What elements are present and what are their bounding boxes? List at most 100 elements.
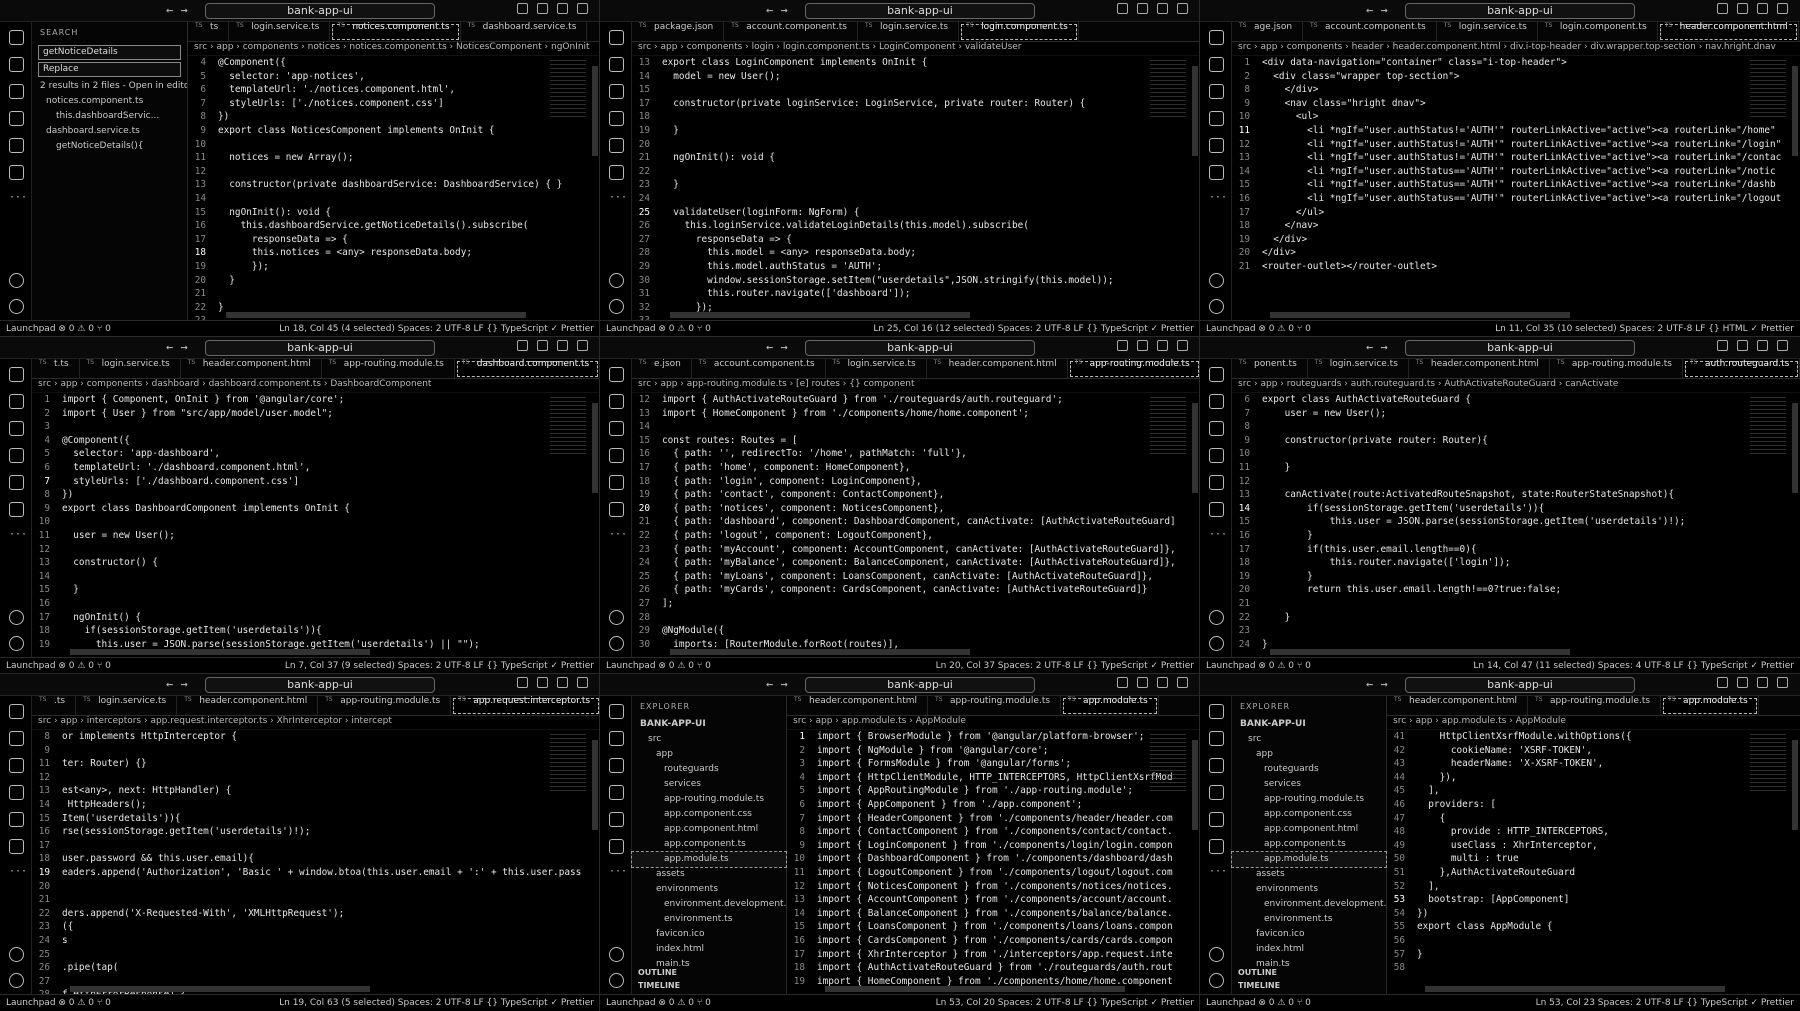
code-editor[interactable]: 1 import { Component, OnInit } from '@ang… [32, 393, 600, 657]
layout-controls[interactable] [1117, 3, 1188, 14]
search-icon[interactable] [9, 731, 24, 746]
file-tree-item[interactable]: index.html [1232, 942, 1386, 957]
minimap[interactable] [1150, 60, 1186, 120]
editor-tab[interactable]: age.json [1232, 22, 1304, 41]
sidebar-section-header[interactable]: TIMELINE [638, 978, 680, 993]
gear-icon[interactable] [9, 973, 24, 988]
file-tree-item[interactable]: assets [1232, 867, 1386, 882]
horizontal-scrollbar[interactable] [1270, 312, 1570, 318]
minimap[interactable] [1750, 397, 1786, 457]
editor-tab[interactable]: app.module.ts [1661, 696, 1759, 715]
source-control-icon[interactable] [9, 84, 24, 99]
vertical-scrollbar[interactable] [1192, 403, 1198, 493]
search-icon[interactable] [9, 394, 24, 409]
file-tree-item[interactable]: services [1232, 777, 1386, 792]
editor-tab[interactable]: login.service.ts [1437, 22, 1538, 41]
file-tree-item[interactable]: app.component.html [1232, 822, 1386, 837]
status-right[interactable]: Ln 19, Col 63 (5 selected) Spaces: 2 UTF… [279, 995, 594, 1011]
customize-layout-icon[interactable] [1777, 677, 1788, 688]
code-editor[interactable]: 41 HttpClientXsrfModule.withOptions({42 … [1387, 730, 1800, 994]
search-result-item[interactable]: notices.component.ts [32, 94, 187, 109]
explorer-root[interactable]: BANK-APP-UI [632, 717, 786, 732]
toggle-secondary-sidebar-icon[interactable] [1157, 340, 1168, 351]
horizontal-scrollbar[interactable] [825, 986, 1125, 992]
file-tree-item[interactable]: routeguards [632, 762, 786, 777]
file-tree-item[interactable]: index.html [632, 942, 786, 957]
minimap[interactable] [1150, 397, 1186, 457]
explorer-root[interactable]: BANK-APP-UI [1232, 717, 1386, 732]
editor-tab[interactable]: app.request.interceptor.ts [451, 696, 600, 715]
minimap[interactable] [550, 734, 586, 794]
vertical-scrollbar[interactable] [1792, 740, 1798, 830]
customize-layout-icon[interactable] [1777, 3, 1788, 14]
file-tree-item[interactable]: app.component.html [632, 822, 786, 837]
run-debug-icon[interactable] [1209, 785, 1224, 800]
toggle-secondary-sidebar-icon[interactable] [1157, 3, 1168, 14]
run-debug-icon[interactable] [9, 785, 24, 800]
file-tree-item[interactable]: src [632, 732, 786, 747]
gear-icon[interactable] [609, 973, 624, 988]
editor-tab[interactable]: t.ts [32, 359, 80, 378]
status-right[interactable]: Ln 53, Col 23 Spaces: 2 UTF-8 LF {} Type… [1536, 995, 1794, 1011]
minimap[interactable] [550, 60, 586, 120]
sidebar-section-header[interactable]: TIMELINE [1238, 978, 1280, 993]
editor-tab[interactable]: app-routing.module.ts [318, 696, 452, 715]
status-left[interactable]: Launchpad ⊗ 0 ⚠ 0 ⑂ 0 [1206, 995, 1311, 1011]
status-left[interactable]: Launchpad ⊗ 0 ⚠ 0 ⑂ 0 [6, 321, 111, 337]
minimap[interactable] [1750, 734, 1786, 794]
file-tree-item[interactable]: environment.development.ts [632, 897, 786, 912]
horizontal-scrollbar[interactable] [226, 312, 526, 318]
status-left[interactable]: Launchpad ⊗ 0 ⚠ 0 ⑂ 0 [606, 995, 711, 1011]
source-control-icon[interactable] [1209, 84, 1224, 99]
source-control-icon[interactable] [609, 421, 624, 436]
search-result-item[interactable]: getNoticeDetails(){ [32, 139, 187, 154]
run-debug-icon[interactable] [1209, 448, 1224, 463]
run-debug-icon[interactable] [609, 785, 624, 800]
file-tree-item[interactable]: assets [632, 867, 786, 882]
editor-tab[interactable]: login.component.ts [959, 22, 1079, 41]
layout-controls[interactable] [517, 3, 588, 14]
breadcrumb[interactable]: src › app › components › header › header… [1232, 42, 1800, 56]
editor-tab[interactable]: header.component.html [181, 359, 322, 378]
minimap[interactable] [1150, 734, 1186, 794]
accounts-icon[interactable] [609, 947, 624, 962]
toggle-secondary-sidebar-icon[interactable] [1757, 677, 1768, 688]
toggle-sidebar-icon[interactable] [1117, 677, 1128, 688]
more-icon[interactable]: ··· [1209, 192, 1227, 207]
status-right[interactable]: Ln 14, Col 47 (11 selected) Spaces: 4 UT… [1473, 658, 1794, 674]
vertical-scrollbar[interactable] [592, 403, 598, 493]
extensions-icon[interactable] [1209, 138, 1224, 153]
toggle-sidebar-icon[interactable] [1717, 340, 1728, 351]
editor-tab[interactable]: e.json [632, 359, 692, 378]
more-icon[interactable]: ··· [609, 866, 627, 881]
search-icon[interactable] [9, 57, 24, 72]
more-icon[interactable]: ··· [609, 529, 627, 544]
code-editor[interactable]: 1 <div data-navigation="container" class=… [1232, 56, 1800, 320]
horizontal-scrollbar[interactable] [70, 649, 370, 655]
explorer-icon[interactable] [9, 367, 24, 382]
explorer-icon[interactable] [609, 30, 624, 45]
breadcrumb[interactable]: src › app › components › notices › notic… [188, 42, 600, 56]
layout-controls[interactable] [1717, 3, 1788, 14]
extensions-icon[interactable] [609, 812, 624, 827]
editor-tab[interactable]: app-routing.module.ts [322, 359, 455, 378]
run-debug-icon[interactable] [9, 448, 24, 463]
code-editor[interactable]: 12 import { AuthActivateRouteGuard } from… [632, 393, 1200, 657]
status-left[interactable]: Launchpad ⊗ 0 ⚠ 0 ⑂ 0 [6, 995, 111, 1011]
breadcrumb[interactable]: src › app › app-routing.module.ts › [e] … [632, 379, 1200, 393]
more-icon[interactable]: ··· [9, 529, 27, 544]
breadcrumb[interactable]: src › app › interceptors › app.request.i… [32, 716, 600, 730]
explorer-icon[interactable] [1209, 30, 1224, 45]
editor-tab[interactable]: app-routing.module.ts [1528, 696, 1662, 715]
nav-back-forward-icon[interactable]: ← → [1366, 3, 1388, 17]
search-icon[interactable] [609, 731, 624, 746]
customize-layout-icon[interactable] [1177, 677, 1188, 688]
accounts-icon[interactable] [9, 947, 24, 962]
toggle-panel-icon[interactable] [1737, 677, 1748, 688]
vertical-scrollbar[interactable] [1192, 740, 1198, 830]
toggle-panel-icon[interactable] [537, 3, 548, 14]
file-tree-item[interactable]: app.module.ts [631, 851, 787, 868]
toggle-panel-icon[interactable] [1137, 340, 1148, 351]
toggle-secondary-sidebar-icon[interactable] [557, 677, 568, 688]
editor-tab[interactable]: header.component.html [1657, 22, 1799, 41]
